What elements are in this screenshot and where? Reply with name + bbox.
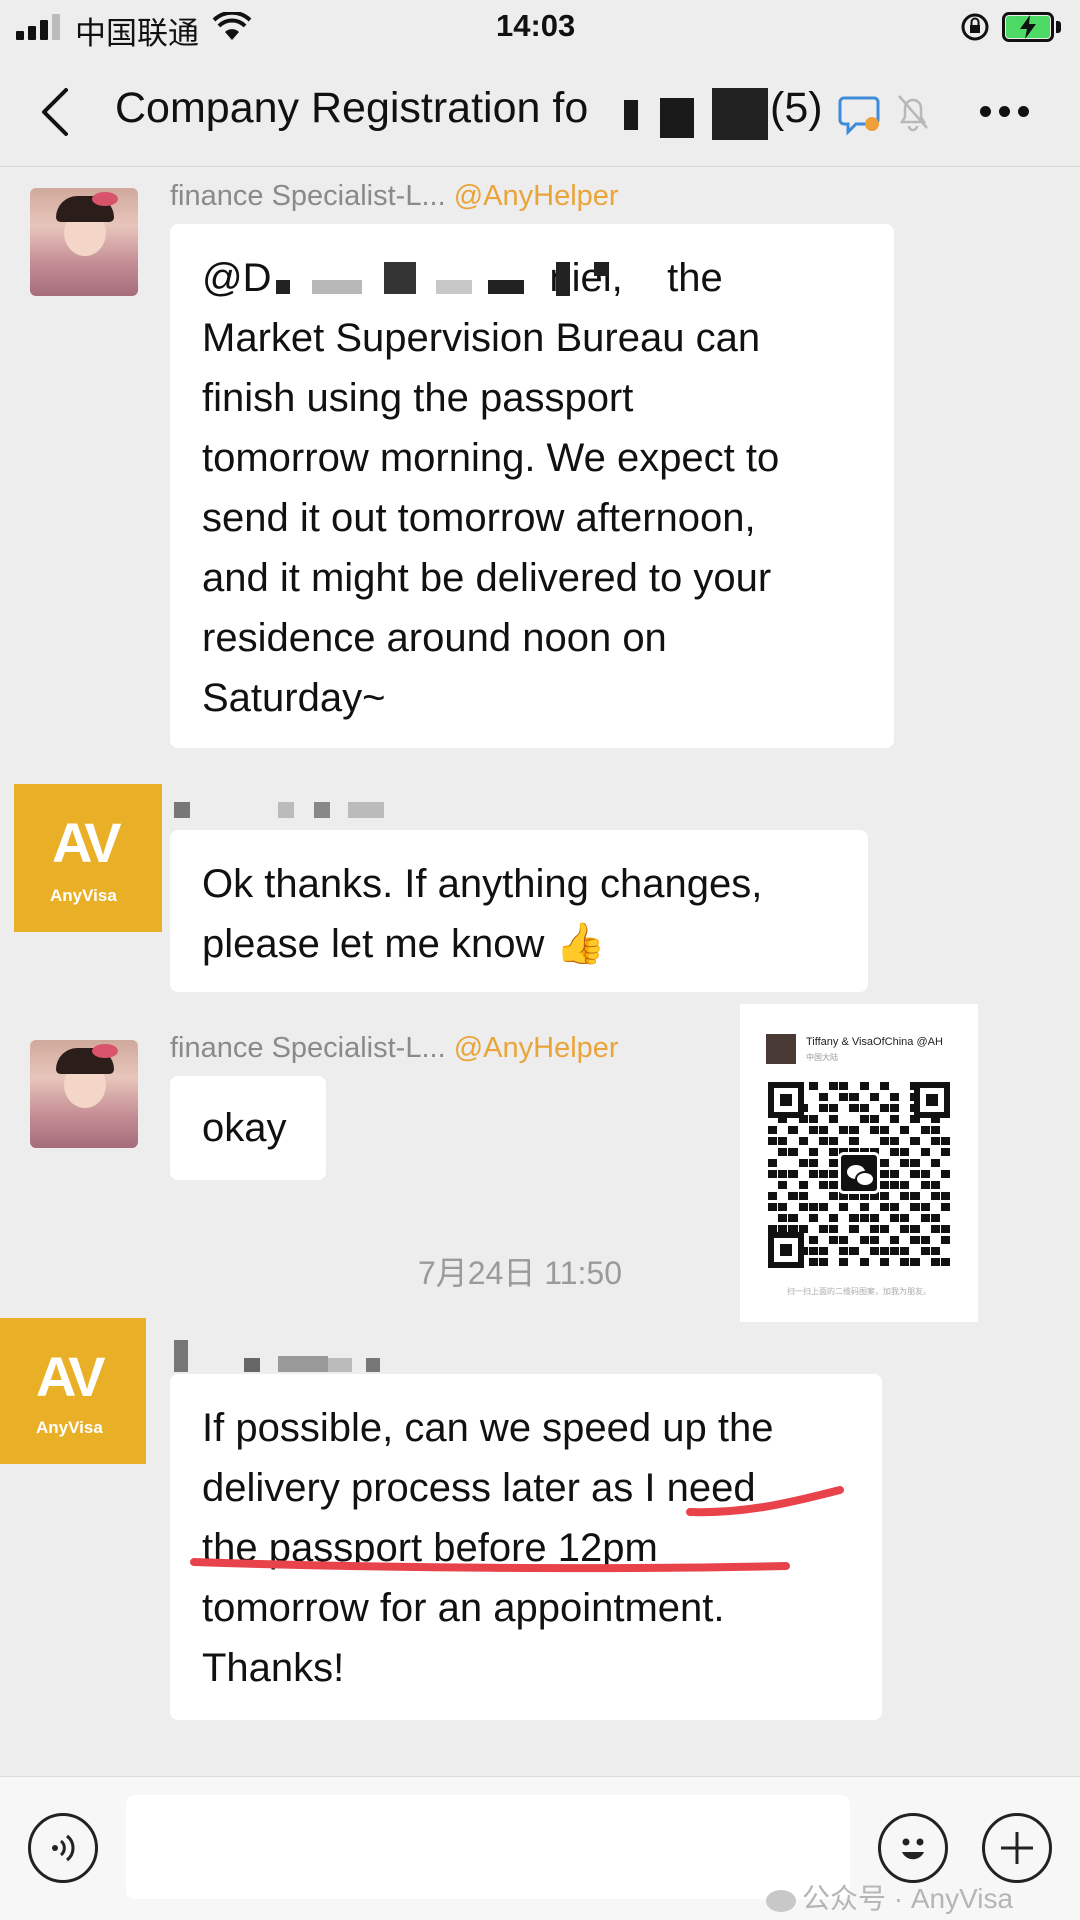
anyvisa-avatar-label: AnyVisa [36,1418,103,1437]
signal-icon [16,14,68,40]
qr-finder-pattern [768,1232,804,1268]
message-bubble[interactable]: okay [170,1076,326,1180]
qr-finder-pattern [914,1082,950,1118]
rotation-lock-icon [961,13,989,41]
mention-tag[interactable]: @AnyHelper [454,180,619,212]
redacted-title-block [712,88,768,140]
qr-card-region: 中国大陆 [806,1053,838,1062]
wifi-icon [212,12,252,40]
wechat-watermark-icon [766,1889,796,1912]
chat-header: Company Registration fo (5) [0,58,1080,166]
voice-input-icon[interactable] [28,1813,98,1883]
qr-card-name: Tiffany & VisaOfChina @AH [806,1036,943,1048]
redaction-mark [488,280,524,294]
chat-title-text: Company Registration fo [115,84,589,132]
message-bubble[interactable]: Ok thanks. If anything changes, please l… [170,830,868,992]
message-input[interactable] [126,1795,850,1899]
anyvisa-avatar-label: AnyVisa [50,886,117,905]
chat-bubble-icon [838,96,880,136]
qr-finder-pattern [768,1082,804,1118]
carrier-name: 中国联通 [75,16,199,51]
header-divider [0,166,1080,167]
plus-icon[interactable] [982,1813,1052,1883]
redaction-mark [594,262,608,276]
redacted-title-block [624,100,638,130]
message-bubble[interactable]: @D niel, the Market Supervision Bureau c… [170,224,894,748]
avatar-anyvisa[interactable]: AV AnyVisa [14,784,162,932]
status-bar: 中国联通 14:03 [0,0,1080,58]
member-count: (5) [770,84,823,132]
redacted-sender-name [174,800,394,818]
sender-label: finance Specialist-L... [170,1032,446,1064]
sender-label: finance Specialist-L... [170,180,446,212]
watermark-text: 公众号 · AnyVisa [802,1883,1014,1914]
input-bar: 公众号 · AnyVisa [0,1776,1080,1920]
redaction-mark [312,280,362,294]
sender-name: finance Specialist-L... @AnyHelper [170,1032,619,1065]
chevron-left-icon[interactable] [38,86,72,138]
avatar-finance-specialist[interactable] [30,188,138,296]
message-timestamp: 7月24日 11:50 [418,1255,622,1291]
emoji-icon[interactable] [878,1813,948,1883]
qr-card-caption: 扫一扫上面的二维码图案，加我为朋友。 [787,1287,931,1296]
avatar-anyvisa[interactable]: AV AnyVisa [0,1318,146,1464]
mute-bell-icon [898,95,928,132]
qr-code-card: Tiffany & VisaOfChina @AH 中国大陆 扫一扫上面的二维码… [740,1004,978,1322]
watermark: 公众号 · AnyVisa [766,1877,1013,1917]
chat-title: Company Registration fo [115,84,588,133]
redaction-mark [276,280,290,294]
mention-tag[interactable]: @AnyHelper [454,1032,619,1064]
clock: 14:03 [496,8,576,43]
more-dots-icon[interactable] [980,106,1030,118]
battery-icon [1002,12,1062,42]
redacted-title-block [660,98,694,138]
sender-name: finance Specialist-L... @AnyHelper [170,180,619,213]
qr-profile-avatar [766,1034,796,1064]
redaction-mark [384,262,416,294]
avatar-finance-specialist[interactable] [30,1040,138,1148]
redaction-mark [436,280,472,294]
redacted-sender-name [174,1340,394,1374]
red-underline-annotation [190,1486,844,1573]
redaction-mark [556,262,570,296]
wechat-logo-icon [838,1152,880,1194]
